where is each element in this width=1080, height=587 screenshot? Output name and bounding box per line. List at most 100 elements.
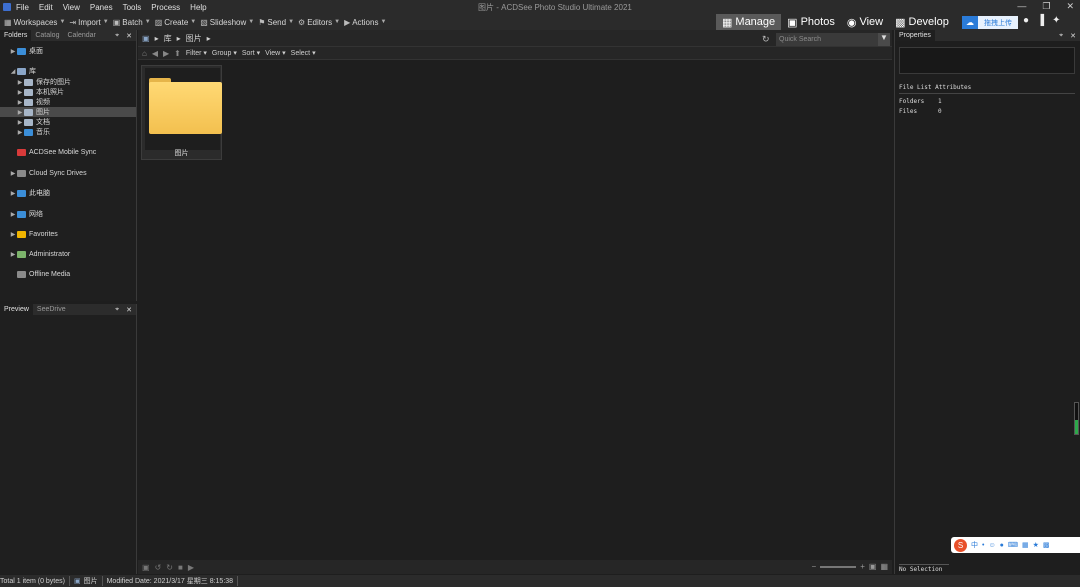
- forward-icon[interactable]: ▶: [163, 49, 169, 58]
- tab-preview[interactable]: Preview: [0, 304, 33, 315]
- thumbnail-icon[interactable]: ▣: [142, 563, 150, 572]
- menu-file[interactable]: File: [16, 3, 29, 12]
- actions-button[interactable]: ▶ Actions ▼: [344, 18, 386, 27]
- stop-icon[interactable]: ■: [178, 563, 183, 572]
- editors-button[interactable]: ⚙ Editors ▼: [298, 18, 340, 27]
- expand-arrow-icon[interactable]: ▶: [9, 251, 17, 258]
- close-icon[interactable]: ✕: [126, 32, 132, 40]
- expand-arrow-icon[interactable]: ▶: [16, 79, 24, 86]
- sort-menu[interactable]: Sort ▾: [242, 49, 260, 57]
- ime-chinese-mode[interactable]: 中: [971, 540, 978, 550]
- filter-funnel-icon[interactable]: ▼: [878, 33, 890, 46]
- minimize-icon[interactable]: —: [1017, 1, 1026, 12]
- tree-item[interactable]: Offline Media: [0, 269, 136, 279]
- group-menu[interactable]: Group ▾: [212, 49, 237, 57]
- zoom-out-icon[interactable]: −: [812, 562, 817, 571]
- tab-catalog[interactable]: Catalog: [31, 30, 63, 41]
- tree-item[interactable]: ▶ 桌面: [0, 46, 136, 56]
- tab-properties[interactable]: Properties: [895, 30, 935, 41]
- expand-arrow-icon[interactable]: ▶: [16, 109, 24, 116]
- skin-icon[interactable]: ★: [1033, 541, 1039, 549]
- home-icon[interactable]: ⌂: [142, 49, 147, 58]
- grid-view-icon[interactable]: ▦: [880, 562, 888, 571]
- expand-arrow-icon[interactable]: ▶: [9, 231, 17, 238]
- play-icon[interactable]: ▶: [188, 563, 194, 572]
- tree-item[interactable]: ▶ 网络: [0, 209, 136, 219]
- expand-arrow-icon[interactable]: ▶: [9, 211, 17, 218]
- close-icon[interactable]: ✕: [126, 306, 132, 314]
- tree-item[interactable]: ACDSee Mobile Sync: [0, 147, 136, 157]
- menu-grid-icon[interactable]: ▩: [1043, 541, 1050, 549]
- mode-manage[interactable]: ▦ Manage: [716, 14, 782, 30]
- restore-icon[interactable]: ❐: [1042, 1, 1050, 12]
- close-icon[interactable]: ✕: [1070, 32, 1076, 40]
- tab-no-selection[interactable]: No Selection: [899, 564, 949, 574]
- select-menu[interactable]: Select ▾: [291, 49, 316, 57]
- menu-process[interactable]: Process: [151, 3, 180, 12]
- menu-panes[interactable]: Panes: [90, 3, 113, 12]
- close-icon[interactable]: ✕: [1066, 1, 1074, 12]
- rotate-right-icon[interactable]: ↻: [166, 563, 173, 572]
- quick-search-input[interactable]: Quick Search: [776, 33, 886, 46]
- expand-arrow-icon[interactable]: ▶: [9, 190, 17, 197]
- fit-view-icon[interactable]: ▣: [869, 562, 877, 571]
- zoom-in-icon[interactable]: +: [860, 562, 865, 571]
- keyboard-icon[interactable]: ⌨: [1008, 541, 1018, 549]
- tree-item[interactable]: ▶ 视频: [0, 97, 136, 107]
- expand-arrow-icon[interactable]: ▶: [9, 48, 17, 55]
- slideshow-button[interactable]: ▧ Slideshow ▼: [200, 18, 254, 27]
- punctuation-icon[interactable]: •: [982, 542, 984, 549]
- import-button[interactable]: ⇥ Import ▼: [69, 18, 108, 27]
- expand-arrow-icon[interactable]: ▶: [16, 119, 24, 126]
- tree-item[interactable]: ◢ 库: [0, 66, 136, 76]
- tree-item[interactable]: ▶ 本机照片: [0, 87, 136, 97]
- workspaces-button[interactable]: ▦ Workspaces ▼: [4, 18, 65, 27]
- drag-upload-widget[interactable]: ☁ 拖拽上传: [962, 16, 1018, 29]
- pin-icon[interactable]: ⌖: [1059, 32, 1063, 40]
- back-icon[interactable]: ◀: [152, 49, 158, 58]
- batch-button[interactable]: ▣ Batch ▼: [113, 18, 151, 27]
- create-button[interactable]: ▨ Create ▼: [155, 18, 197, 27]
- toolbox-icon[interactable]: ▦: [1022, 541, 1029, 549]
- expand-arrow-icon[interactable]: ▶: [9, 170, 17, 177]
- tree-item[interactable]: ▶ 此电脑: [0, 188, 136, 198]
- tree-item[interactable]: ▶ 图片: [0, 107, 136, 117]
- mode-develop[interactable]: ▩ Develop: [889, 14, 955, 30]
- expand-arrow-icon[interactable]: ◢: [9, 68, 17, 75]
- expand-arrow-icon[interactable]: ▶: [16, 129, 24, 136]
- menu-help[interactable]: Help: [190, 3, 206, 12]
- expand-arrow-icon[interactable]: ▶: [16, 99, 24, 106]
- tree-item[interactable]: ▶ 音乐: [0, 127, 136, 137]
- tab-calendar[interactable]: Calendar: [63, 30, 99, 41]
- tree-item[interactable]: ▶ Cloud Sync Drives: [0, 168, 136, 178]
- menu-view[interactable]: View: [63, 3, 80, 12]
- rotate-left-icon[interactable]: ↺: [155, 563, 162, 572]
- zoom-slider[interactable]: [820, 565, 857, 568]
- menu-edit[interactable]: Edit: [39, 3, 53, 12]
- microphone-icon[interactable]: ●: [1000, 542, 1004, 549]
- breadcrumb-pictures[interactable]: 图片: [186, 33, 202, 44]
- up-icon[interactable]: ⬆: [174, 49, 181, 58]
- filter-menu[interactable]: Filter ▾: [186, 49, 207, 57]
- refresh-icon[interactable]: ↻: [762, 34, 770, 45]
- mode-view[interactable]: ◉ View: [841, 14, 889, 30]
- view-menu[interactable]: View ▾: [265, 49, 286, 57]
- pin-icon[interactable]: ⌖: [115, 306, 119, 314]
- notification-icon[interactable]: ✦: [1052, 15, 1060, 26]
- send-button[interactable]: ⚑ Send ▼: [258, 18, 294, 27]
- breadcrumb-library[interactable]: 库: [164, 33, 172, 44]
- emoji-icon[interactable]: ☺: [988, 542, 995, 549]
- tab-seedrive[interactable]: SeeDrive: [33, 304, 70, 315]
- pin-icon[interactable]: ⌖: [115, 32, 119, 40]
- mode-photos[interactable]: ▣ Photos: [781, 14, 841, 30]
- tree-item[interactable]: ▶ 文档: [0, 117, 136, 127]
- ai-icon[interactable]: ●: [1023, 15, 1029, 26]
- folder-thumbnail[interactable]: 图片: [141, 65, 222, 160]
- menu-tools[interactable]: Tools: [123, 3, 142, 12]
- sogou-logo-icon[interactable]: S: [954, 538, 967, 552]
- dashboard-icon[interactable]: ▐: [1037, 15, 1044, 26]
- tree-item[interactable]: ▶ Favorites: [0, 229, 136, 239]
- tree-item[interactable]: ▶ 保存的图片: [0, 77, 136, 87]
- tab-folders[interactable]: Folders: [0, 30, 32, 41]
- expand-arrow-icon[interactable]: ▶: [16, 89, 24, 96]
